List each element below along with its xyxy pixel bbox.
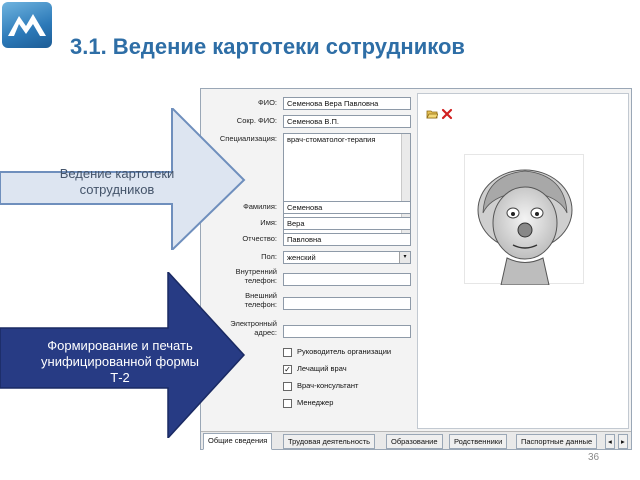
open-folder-icon[interactable] bbox=[426, 108, 439, 120]
surname-field[interactable]: Семенова bbox=[283, 201, 411, 214]
checkbox-box-checked[interactable]: ✓ bbox=[283, 365, 292, 374]
outer-phone-field[interactable] bbox=[283, 297, 411, 310]
outer-phone-label-line2: телефон: bbox=[244, 299, 277, 309]
fio-field[interactable]: Семенова Вера Павловна bbox=[283, 97, 411, 110]
tab-employment[interactable]: Трудовая деятельность bbox=[283, 434, 376, 449]
inner-phone-label-line2: телефон: bbox=[244, 275, 277, 285]
tab-bar: Общие сведения Трудовая деятельность Обр… bbox=[201, 431, 631, 450]
lower-arrow-line2: унифицированной формы bbox=[41, 354, 199, 369]
checkbox-label: Врач-консультант bbox=[297, 381, 359, 390]
delete-x-icon[interactable] bbox=[441, 108, 453, 120]
checkbox-label: Менеджер bbox=[297, 398, 334, 407]
slide-title: 3.1. Ведение картотеки сотрудников bbox=[70, 34, 465, 59]
gender-label: Пол: bbox=[261, 252, 277, 261]
email-field[interactable] bbox=[283, 325, 411, 338]
checkbox-box[interactable] bbox=[283, 382, 292, 391]
lower-arrow-line1: Формирование и печать bbox=[47, 338, 193, 353]
company-logo bbox=[2, 2, 52, 48]
photo-panel bbox=[417, 93, 629, 429]
patronymic-field[interactable]: Павловна bbox=[283, 233, 411, 246]
lower-arrow-line3: Т-2 bbox=[110, 370, 130, 385]
email-label-line2: адрес: bbox=[254, 327, 277, 337]
employee-photo bbox=[464, 154, 584, 286]
tab-passport[interactable]: Паспортные данные bbox=[516, 434, 598, 449]
tab-scroll-right-icon[interactable]: ▸ bbox=[618, 434, 628, 449]
page-number: 36 bbox=[588, 452, 600, 463]
gender-value: женский bbox=[287, 253, 316, 262]
checkbox-label: Лечащий врач bbox=[297, 364, 347, 373]
tab-scroll-left-icon[interactable]: ◂ bbox=[605, 434, 615, 449]
tab-relatives[interactable]: Родственники bbox=[449, 434, 508, 449]
checkbox-label: Руководитель организации bbox=[297, 347, 392, 356]
lower-arrow-label: Формирование и печать унифицированной фо… bbox=[4, 338, 236, 386]
checkbox-box[interactable] bbox=[283, 348, 292, 357]
specialization-value: врач-стоматолог-терапия bbox=[287, 135, 376, 144]
inner-phone-field[interactable] bbox=[283, 273, 411, 286]
fio-label: ФИО: bbox=[257, 98, 277, 107]
checkbox-box[interactable] bbox=[283, 399, 292, 408]
short-fio-field[interactable]: Семенова В.П. bbox=[283, 115, 411, 128]
chevron-down-icon[interactable]: ▾ bbox=[399, 252, 410, 263]
tab-education[interactable]: Образование bbox=[386, 434, 443, 449]
upper-arrow-label: Ведение картотеки сотрудников bbox=[59, 166, 175, 197]
gender-select[interactable]: женский ▾ bbox=[283, 251, 411, 264]
employee-card-form: ФИО: Семенова Вера Павловна Сокр. ФИО: С… bbox=[200, 88, 632, 450]
name-field[interactable]: Вера bbox=[283, 217, 411, 230]
